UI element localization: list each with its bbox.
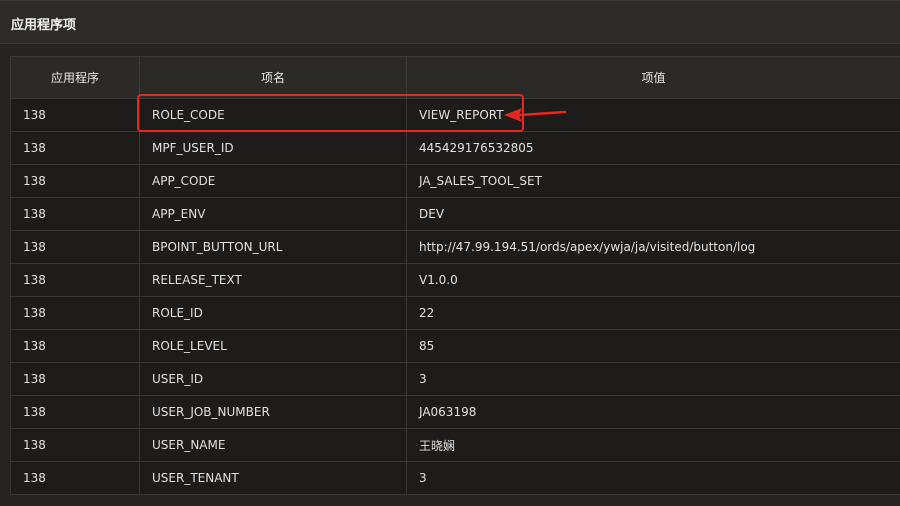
table-row: 138 USER_NAME 王晓娴 [10, 428, 900, 462]
cell-item-value: JA_SALES_TOOL_SET [406, 164, 900, 198]
cell-app: 138 [10, 329, 140, 363]
cell-item-value: DEV [406, 197, 900, 231]
table-row: 138 BPOINT_BUTTON_URL http://47.99.194.51/… [10, 230, 900, 264]
cell-item-value: 445429176532805 [406, 131, 900, 165]
cell-app: 138 [10, 296, 140, 330]
region-header: 应用程序项 [0, 0, 900, 44]
app-items-table: 应用程序 项名 项值 138 ROLE_CODE VIEW_REPORT 138 MPF… [10, 56, 900, 495]
table-row: 138 APP_ENV DEV [10, 197, 900, 231]
cell-app: 138 [10, 263, 140, 297]
column-header-item-value[interactable]: 项值 [406, 56, 900, 99]
table-row: 138 ROLE_CODE VIEW_REPORT [10, 98, 900, 132]
cell-item-name: USER_TENANT [139, 461, 407, 495]
cell-app: 138 [10, 98, 140, 132]
cell-app: 138 [10, 197, 140, 231]
cell-item-value: JA063198 [406, 395, 900, 429]
column-header-item-name[interactable]: 项名 [139, 56, 407, 99]
table-header-row: 应用程序 项名 项值 [10, 56, 900, 99]
cell-item-name: ROLE_LEVEL [139, 329, 407, 363]
cell-item-value: 王晓娴 [406, 428, 900, 462]
cell-item-name: APP_CODE [139, 164, 407, 198]
cell-item-value: http://47.99.194.51/ords/apex/ywja/ja/vi… [406, 230, 900, 264]
cell-app: 138 [10, 428, 140, 462]
table-row: 138 APP_CODE JA_SALES_TOOL_SET [10, 164, 900, 198]
cell-app: 138 [10, 362, 140, 396]
cell-app: 138 [10, 461, 140, 495]
table-row: 138 USER_JOB_NUMBER JA063198 [10, 395, 900, 429]
cell-item-value: 85 [406, 329, 900, 363]
cell-app: 138 [10, 395, 140, 429]
cell-item-name: RELEASE_TEXT [139, 263, 407, 297]
column-header-app[interactable]: 应用程序 [10, 56, 140, 99]
cell-item-name: USER_NAME [139, 428, 407, 462]
cell-item-value: 3 [406, 362, 900, 396]
cell-item-name: ROLE_CODE [139, 98, 407, 132]
cell-item-name: MPF_USER_ID [139, 131, 407, 165]
cell-app: 138 [10, 164, 140, 198]
app-items-report: 应用程序 项名 项值 138 ROLE_CODE VIEW_REPORT 138 MPF… [10, 56, 900, 495]
region-title: 应用程序项 [11, 18, 77, 33]
table-row: 138 USER_TENANT 3 [10, 461, 900, 495]
app-items-region: 应用程序项 应用程序 项名 项值 138 ROLE_CODE VIEW_REPORT… [0, 0, 900, 506]
cell-item-name: APP_ENV [139, 197, 407, 231]
cell-item-name: BPOINT_BUTTON_URL [139, 230, 407, 264]
cell-item-name: USER_JOB_NUMBER [139, 395, 407, 429]
cell-item-name: USER_ID [139, 362, 407, 396]
cell-item-name: ROLE_ID [139, 296, 407, 330]
table-row: 138 USER_ID 3 [10, 362, 900, 396]
cell-app: 138 [10, 230, 140, 264]
cell-item-value: 22 [406, 296, 900, 330]
cell-item-value: V1.0.0 [406, 263, 900, 297]
cell-item-value: VIEW_REPORT [406, 98, 900, 132]
table-row: 138 ROLE_ID 22 [10, 296, 900, 330]
table-row: 138 MPF_USER_ID 445429176532805 [10, 131, 900, 165]
table-row: 138 ROLE_LEVEL 85 [10, 329, 900, 363]
cell-app: 138 [10, 131, 140, 165]
cell-item-value: 3 [406, 461, 900, 495]
table-row: 138 RELEASE_TEXT V1.0.0 [10, 263, 900, 297]
